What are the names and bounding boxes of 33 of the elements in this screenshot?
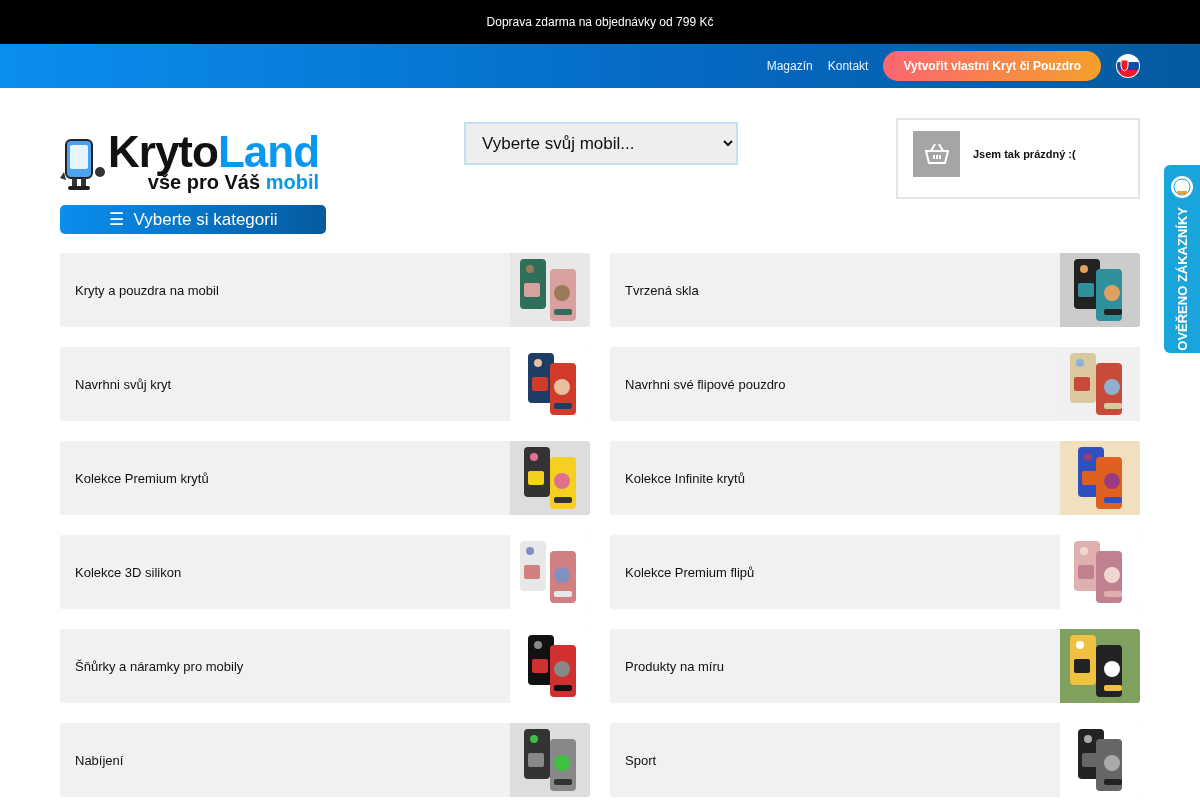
cart-status-text: Jsem tak prázdný :( [973,147,1076,160]
category-card[interactable]: Kolekce Premium krytů [60,441,590,515]
category-label: Kolekce 3D silikon [75,564,182,580]
nav-link[interactable]: Magazín [766,59,813,73]
phone-select[interactable]: Vyberte svůj mobil... [464,122,738,165]
category-card[interactable]: Sport [610,723,1140,797]
category-card[interactable]: Navrhni svůj kryt [60,347,590,421]
category-label: Šňůrky a náramky pro mobily [75,658,244,674]
category-label: Kolekce Infinite krytů [625,470,745,486]
promo-text: Doprava zdarma na objednávky od 799 Kč [486,15,714,29]
category-card[interactable]: Šňůrky a náramky pro mobily [60,629,590,703]
category-card[interactable]: Kryty a pouzdra na mobil [60,253,590,327]
category-card[interactable]: Produkty na míru [610,629,1140,703]
seal-icon [1170,175,1194,199]
nav-link[interactable]: Kontakt [827,59,869,73]
category-label: Tvrzená skla [625,282,699,298]
category-label: Produkty na míru [625,658,724,674]
cart-panel[interactable]: Jsem tak prázdný :( [896,118,1140,199]
category-card[interactable]: Nabíjení [60,723,590,797]
category-label: Nabíjení [75,752,124,768]
flag-icon[interactable] [1116,54,1140,78]
category-card[interactable]: Tvrzená skla [610,253,1140,327]
category-card[interactable]: Kolekce Infinite krytů [610,441,1140,515]
category-menu-button[interactable]: ☰ Vyberte si kategorii [60,205,326,234]
category-card[interactable]: Kolekce 3D silikon [60,535,590,609]
phone-mascot-icon [60,138,106,192]
category-label: Navrhni svůj kryt [75,376,172,392]
category-label: Sport [625,752,657,768]
category-label: Navrhni své flipové pouzdro [625,376,786,392]
category-label: Kolekce Premium flipů [625,564,755,580]
category-label: Kryty a pouzdra na mobil [75,282,219,298]
category-card[interactable]: Kolekce Premium flipů [610,535,1140,609]
category-label: Kolekce Premium krytů [75,470,209,486]
